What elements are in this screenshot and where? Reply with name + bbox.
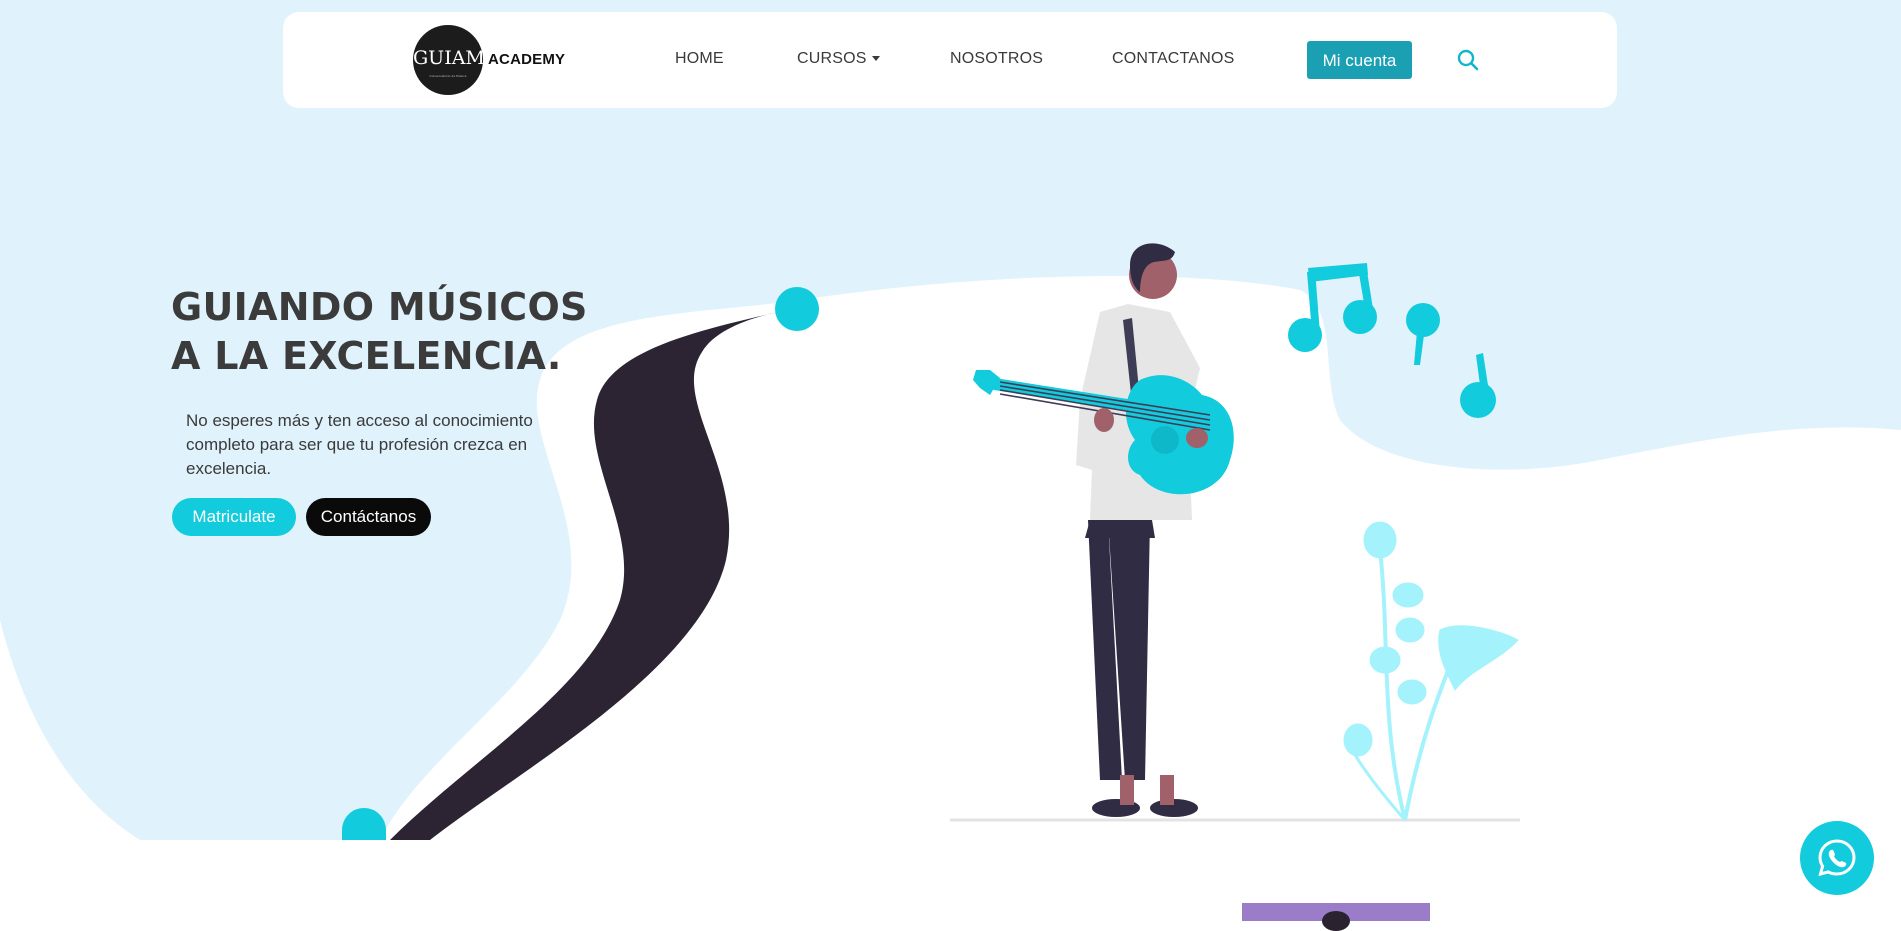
guitarist-illustration [950,243,1520,822]
whatsapp-icon [1818,839,1856,877]
enroll-button[interactable]: Matriculate [172,498,296,536]
logo[interactable]: GUIAM Conservatorio de Música [413,25,483,95]
logo-tagline: Conservatorio de Música [429,74,467,78]
music-notes-icon [1288,263,1496,418]
hero-title: GUIANDO MÚSICOS A LA EXCELENCIA. [171,283,591,381]
nav-nosotros[interactable]: NOSOTROS [950,50,1043,68]
contact-button[interactable]: Contáctanos [306,498,431,536]
hero-title-line1: GUIANDO MÚSICOS [171,285,588,329]
plant-icon [1343,521,1519,821]
nav-cursos-label: CURSOS [797,50,867,67]
navbar: GUIAM Conservatorio de Música ACADEMY HO… [283,12,1617,108]
account-button[interactable]: Mi cuenta [1307,41,1412,79]
course-image [1242,903,1430,931]
nav-contactanos[interactable]: CONTACTANOS [1112,50,1235,68]
nav-home[interactable]: HOME [675,50,724,68]
person-photo [1322,911,1350,931]
logo-mark: GUIAM [413,47,483,69]
search-icon[interactable] [1456,48,1480,72]
chevron-down-icon [871,56,880,62]
hero-title-line2: A LA EXCELENCIA. [171,334,562,378]
whatsapp-button[interactable] [1800,821,1874,895]
hero-description: No esperes más y ten acceso al conocimie… [186,411,533,478]
nav-cursos[interactable]: CURSOS [797,50,880,68]
person [973,243,1234,817]
brand-name[interactable]: ACADEMY [488,51,565,68]
